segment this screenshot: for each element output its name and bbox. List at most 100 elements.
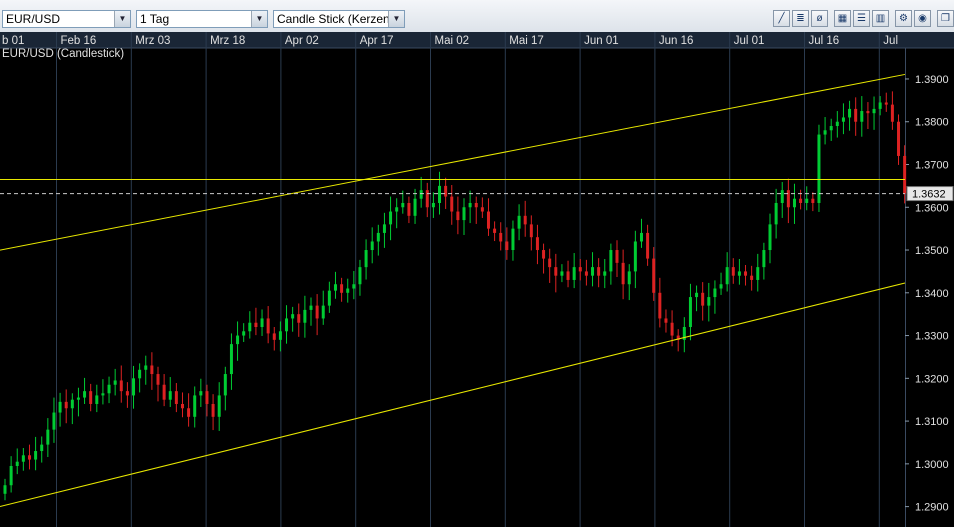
candle-down — [523, 215, 527, 225]
candle-up — [52, 412, 56, 430]
date-tick-label: Feb 16 — [61, 35, 97, 47]
candle-down — [584, 271, 588, 276]
grid-icon[interactable]: ▦ — [834, 10, 851, 27]
candle-up — [352, 284, 356, 289]
chart-type-select[interactable]: Candle Stick (Kerzen ▼ — [273, 10, 405, 28]
symbol-select[interactable]: EUR/USD ▼ — [2, 10, 131, 28]
candle-up — [58, 401, 62, 413]
price-tick-label: 1.3600 — [915, 202, 949, 214]
candle-up — [872, 108, 876, 114]
candle-down — [156, 374, 160, 385]
candle-up — [817, 134, 821, 203]
candle-up — [419, 190, 423, 199]
candle-down — [799, 198, 803, 203]
candle-up — [848, 108, 852, 118]
candle-down — [205, 391, 209, 404]
chevron-down-icon[interactable]: ▼ — [251, 11, 267, 27]
candle-down — [744, 271, 748, 276]
candle-up — [358, 267, 362, 285]
candle-down — [529, 224, 533, 238]
settings-icon[interactable]: ◉ — [914, 10, 931, 27]
chevron-down-icon[interactable]: ▼ — [388, 11, 404, 27]
candle-up — [719, 284, 723, 289]
candle-up — [229, 344, 233, 375]
candle-up — [138, 369, 142, 379]
candle-up — [346, 288, 350, 293]
candle-up — [633, 241, 637, 272]
date-tick-label: Jul 01 — [734, 35, 765, 47]
chevron-down-icon[interactable]: ▼ — [114, 11, 130, 27]
price-tick-label: 1.3100 — [915, 416, 949, 428]
price-tick-label: 1.3400 — [915, 288, 949, 300]
candle-down — [615, 250, 619, 263]
candle-down — [670, 322, 674, 336]
candle-down — [297, 314, 301, 323]
candle-down — [444, 185, 448, 197]
candle-down — [425, 190, 429, 208]
rows-icon[interactable]: ☰ — [853, 10, 870, 27]
candle-up — [168, 391, 172, 400]
candle-up — [609, 250, 613, 272]
candle-down — [272, 333, 276, 340]
candle-up — [713, 288, 717, 298]
candle-up — [695, 292, 699, 298]
candle-up — [223, 374, 227, 396]
candle-up — [278, 331, 282, 340]
date-tick-label: Apr 02 — [285, 35, 319, 47]
detach-icon[interactable]: ❐ — [937, 10, 954, 27]
candle-up — [40, 444, 44, 452]
candle-down — [578, 267, 582, 272]
candle-up — [768, 224, 772, 251]
date-tick-label: b 01 — [2, 35, 24, 47]
interval-select[interactable]: 1 Tag ▼ — [136, 10, 268, 28]
candle-down — [486, 211, 490, 229]
candle-up — [46, 429, 50, 445]
candle-down — [480, 207, 484, 212]
columns-icon[interactable]: ▥ — [872, 10, 889, 27]
candle-up — [737, 271, 741, 276]
candle-up — [248, 322, 252, 332]
fib-tool-icon[interactable]: ø — [811, 10, 828, 27]
candle-up — [303, 309, 307, 323]
candle-down — [731, 267, 735, 276]
candle-up — [395, 207, 399, 212]
candle-up — [401, 202, 405, 208]
candle-up — [285, 318, 289, 332]
gear-icon[interactable]: ⚙ — [895, 10, 912, 27]
symbol-value: EUR/USD — [6, 12, 61, 26]
candle-up — [774, 202, 778, 225]
candle-up — [217, 395, 221, 417]
candle-up — [193, 395, 197, 417]
date-tick-label: Jul 16 — [809, 35, 840, 47]
candle-down — [254, 322, 258, 328]
date-tick-label: Mrz 18 — [210, 35, 245, 47]
price-tick-label: 1.3300 — [915, 331, 949, 343]
candle-up — [144, 365, 148, 370]
candle-up — [321, 305, 325, 319]
candle-up — [431, 202, 435, 208]
candle-down — [786, 190, 790, 208]
interval-value: 1 Tag — [140, 12, 170, 26]
candle-up — [107, 384, 111, 394]
candle-down — [162, 384, 166, 400]
candle-down — [180, 403, 184, 409]
candle-down — [866, 111, 870, 114]
chart-area[interactable]: b 01 Feb 16 Mrz 03 Mrz 18 Apr 02 Apr 17 Mai 02… — [0, 32, 954, 527]
candle-down — [542, 250, 546, 259]
candle-down — [187, 408, 191, 417]
candle-up — [389, 211, 393, 225]
candle-up — [878, 102, 882, 109]
candle-up — [9, 465, 13, 486]
channel-tool-icon[interactable]: ≣ — [792, 10, 809, 27]
candle-up — [113, 380, 117, 385]
candle-down — [566, 271, 570, 280]
candle-down — [890, 104, 894, 122]
price-tick-label: 1.3000 — [915, 459, 949, 471]
date-tick-label: Mrz 03 — [135, 35, 170, 47]
date-tick-label: Jul — [883, 35, 898, 47]
candle-up — [83, 391, 87, 398]
candle-up — [76, 397, 80, 400]
candle-up — [707, 297, 711, 306]
line-tool-icon[interactable]: ╱ — [773, 10, 790, 27]
candle-down — [64, 401, 68, 409]
